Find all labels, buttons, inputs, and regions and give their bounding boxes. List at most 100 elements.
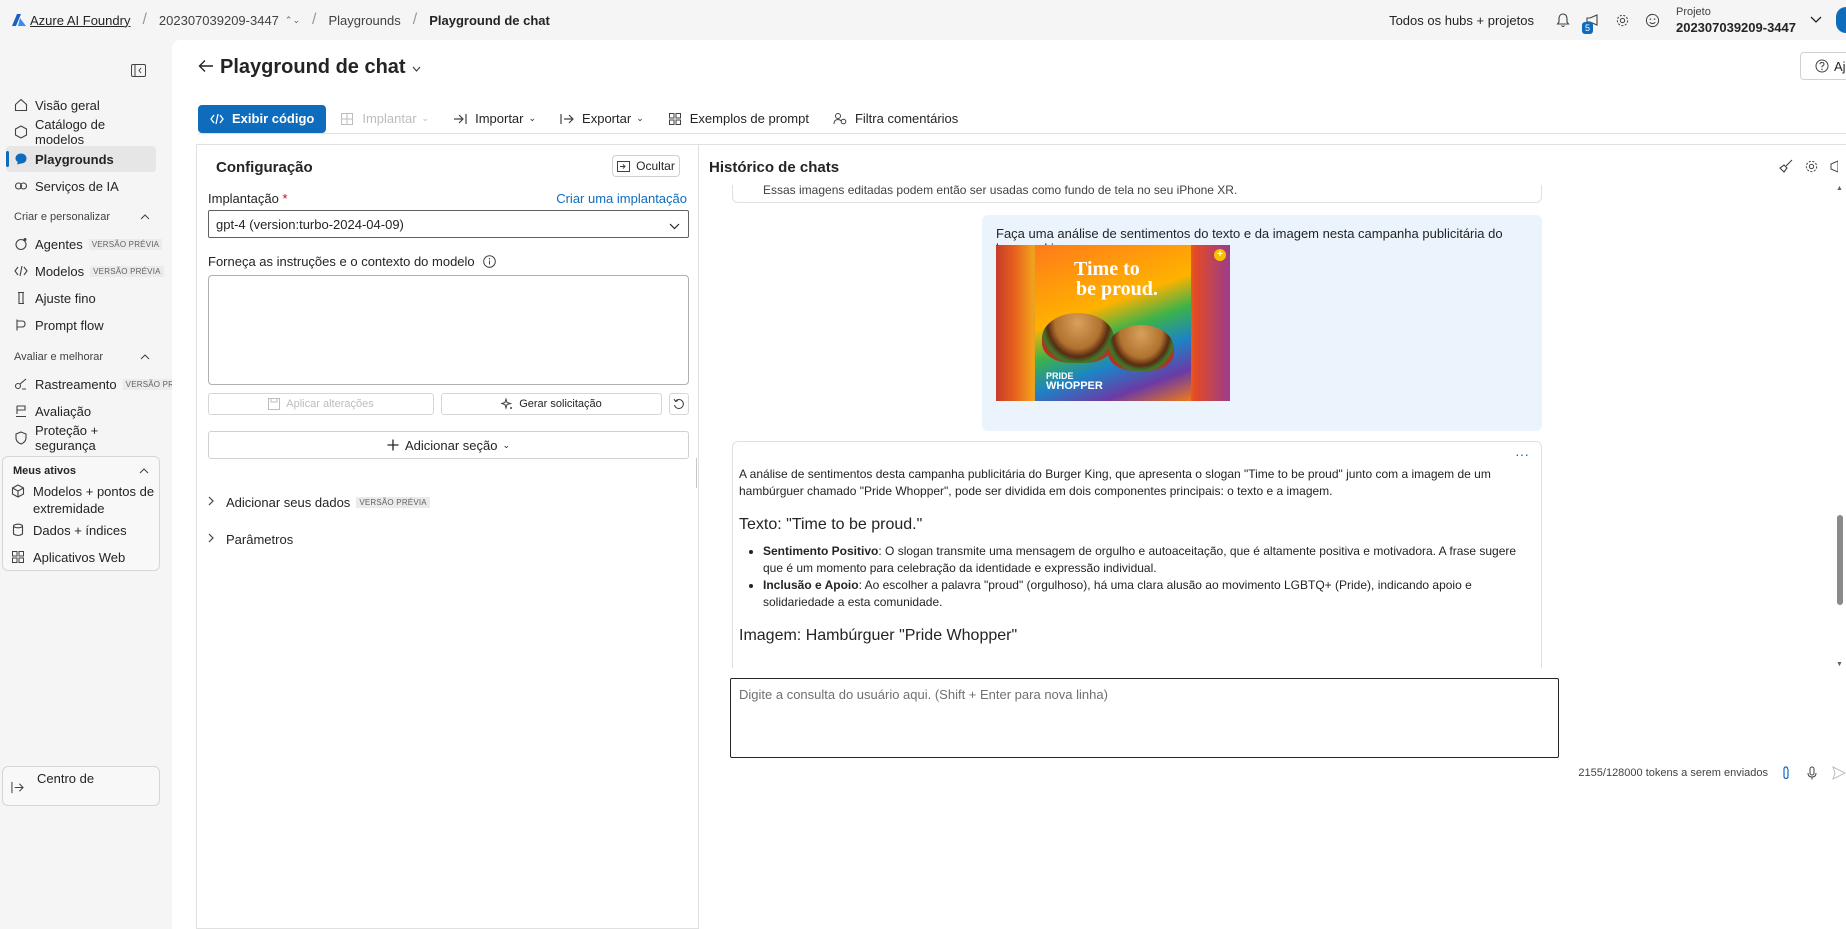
sidebar-item-evaluation[interactable]: Avaliação	[6, 398, 156, 424]
add-section-label: Adicionar seção	[404, 437, 498, 453]
feedback-filter-button[interactable]: Filtra comentários	[833, 105, 958, 133]
sidebar-item-models-endpoints[interactable]: Modelos + pontos de extremidade	[11, 483, 159, 517]
token-count: 2155/128000 tokens a serem enviados	[1578, 767, 1768, 779]
system-message-textarea[interactable]	[208, 275, 689, 385]
sidebar-item-model-catalog[interactable]: Catálogo de modelos	[6, 117, 156, 147]
code-icon	[210, 112, 224, 126]
sidebar-item-tracing[interactable]: Rastreamento VERSÃO PRÉ	[6, 371, 183, 397]
burger-image	[1042, 313, 1114, 363]
section-assets[interactable]: Meus ativos	[13, 465, 149, 477]
my-assets-section: Meus ativos Modelos + pontos de extremid…	[2, 456, 160, 571]
sparkle-icon	[501, 398, 513, 410]
feedback-filter-label: Filtra comentários	[854, 111, 959, 126]
gear-icon[interactable]	[1614, 11, 1632, 29]
microphone-icon[interactable]	[1806, 766, 1820, 780]
megaphone-icon[interactable]	[1830, 159, 1846, 175]
reset-button[interactable]	[669, 393, 689, 415]
assistant-list: Sentimento Positivo: O slogan transmite …	[739, 543, 1539, 611]
list-item-text: : Ao escolher a palavra "proud" (orgulho…	[763, 578, 1472, 609]
sidebar-item-management-center[interactable]: Centro de	[2, 766, 160, 806]
avatar[interactable]	[1836, 7, 1846, 33]
deploy-button[interactable]: Implantar ⌄	[340, 105, 429, 133]
parameters-expander[interactable]: Parâmetros	[208, 532, 293, 547]
sidebar-item-web-apps[interactable]: Aplicativos Web	[11, 549, 159, 566]
sidebar-item-agents[interactable]: Agentes VERSÃO PRÉVIA	[6, 231, 163, 257]
add-data-expander[interactable]: Adicionar seus dados VERSÃO PRÉVIA	[208, 495, 430, 510]
section-create[interactable]: Criar e personalizar	[14, 211, 150, 223]
project-selector[interactable]: Projeto 202307039209-3447	[1676, 5, 1796, 35]
sidebar-item-models[interactable]: Modelos VERSÃO PRÉVIA	[6, 258, 164, 284]
apply-changes-button[interactable]: Aplicar alterações	[208, 393, 434, 415]
help-button[interactable]: Aju	[1800, 52, 1846, 80]
send-icon[interactable]	[1832, 766, 1846, 780]
import-button[interactable]: Importar ⌄	[453, 105, 536, 133]
scroll-up-icon[interactable]: ▲	[1836, 185, 1843, 192]
megaphone-icon[interactable]: 5	[1581, 11, 1602, 34]
all-hubs-link[interactable]: Todos os hubs + projetos	[1389, 13, 1534, 28]
grid-icon	[668, 112, 682, 126]
add-section-button[interactable]: Adicionar seção ⌄	[208, 431, 689, 459]
broom-clear-icon[interactable]	[1778, 159, 1794, 175]
breadcrumb-project[interactable]: 202307039209-3447	[159, 13, 279, 28]
export-label: Exportar	[582, 111, 632, 126]
more-options-icon[interactable]: ···	[1515, 446, 1529, 462]
chat-scrollbar[interactable]: ▲ ▼	[1836, 185, 1844, 668]
deployment-label: Implantação *	[208, 191, 288, 206]
sidebar-item-playgrounds[interactable]: Playgrounds	[6, 146, 156, 172]
sidebar-item-prompt-flow[interactable]: Prompt flow	[6, 312, 156, 338]
sidebar-item-label: Avaliação	[35, 403, 92, 419]
sidebar-item-safety[interactable]: Proteção + segurança	[6, 423, 156, 453]
code-icon	[14, 264, 28, 278]
section-eval[interactable]: Avaliar e melhorar	[14, 351, 150, 363]
tracing-icon	[14, 377, 28, 391]
sidebar-item-label: Catálogo de modelos	[35, 117, 106, 147]
back-arrow-icon[interactable]	[198, 59, 214, 76]
bell-icon[interactable]	[1554, 11, 1572, 29]
chevron-down-icon[interactable]	[1810, 16, 1824, 24]
deployment-select-value: gpt-4 (version:turbo-2024-04-09)	[216, 216, 404, 232]
export-button[interactable]: Exportar ⌄	[560, 105, 644, 133]
scrollbar-thumb[interactable]	[1837, 515, 1843, 605]
chevron-down-icon	[669, 218, 680, 233]
deployment-select[interactable]: gpt-4 (version:turbo-2024-04-09)	[208, 210, 689, 238]
user-query-input[interactable]: Digite a consulta do usuário aqui. (Shif…	[730, 678, 1559, 758]
parameters-label: Parâmetros	[226, 532, 294, 547]
attach-icon[interactable]	[1780, 766, 1794, 780]
scroll-down-icon[interactable]: ▼	[1836, 661, 1843, 668]
smiley-feedback-icon[interactable]	[1644, 11, 1662, 29]
exit-icon	[11, 781, 25, 794]
hide-button[interactable]: Ocultar	[612, 155, 680, 177]
chat-icon	[14, 152, 28, 166]
brand-link[interactable]: Azure AI Foundry	[30, 13, 130, 28]
main-area: Playground de chat Aju Exibir código Imp…	[172, 40, 1846, 929]
generate-prompt-label: Gerar solicitação	[519, 398, 602, 410]
sidebar-item-label: Agentes	[35, 236, 83, 252]
image-text: Time to	[1074, 258, 1140, 280]
sidebar-item-ai-services[interactable]: Serviços de IA	[6, 173, 156, 199]
generate-prompt-button[interactable]: Gerar solicitação	[441, 393, 662, 415]
ai-services-icon	[14, 179, 28, 193]
sidebar-item-label: Playgrounds	[35, 151, 114, 167]
add-icon[interactable]: +	[1214, 249, 1226, 261]
gear-icon[interactable]	[1804, 159, 1820, 175]
sidebar-item-overview[interactable]: Visão geral	[6, 92, 156, 118]
burger-king-ad-image[interactable]: Time to be proud. PRIDE WHOPPER +	[996, 245, 1230, 401]
info-icon[interactable]	[482, 255, 496, 268]
chevron-down-icon[interactable]	[412, 60, 421, 75]
breadcrumb-current: Playground de chat	[429, 12, 550, 28]
brand[interactable]: Azure AI Foundry	[12, 13, 130, 28]
create-deployment-link[interactable]: Criar uma implantação	[556, 191, 687, 206]
sidebar-item-label: Serviços de IA	[35, 178, 119, 194]
view-code-button[interactable]: Exibir código	[198, 104, 327, 133]
section-assets-label: Meus ativos	[13, 465, 76, 477]
prompt-samples-button[interactable]: Exemplos de prompt	[668, 105, 809, 133]
apply-changes-label: Aplicar alterações	[286, 398, 374, 410]
chevron-up-icon	[139, 465, 149, 477]
collapse-sidebar-icon[interactable]	[131, 64, 147, 78]
deployment-label-text: Implantação	[208, 191, 279, 206]
breadcrumb-playgrounds[interactable]: Playgrounds	[328, 13, 400, 28]
chevron-updown-icon[interactable]: ⌃⌄	[285, 15, 300, 26]
sidebar-item-fine-tuning[interactable]: Ajuste fino	[6, 285, 156, 311]
top-bar: Azure AI Foundry / 202307039209-3447 ⌃⌄ …	[0, 0, 1846, 40]
sidebar-item-data-indexes[interactable]: Dados + índices	[11, 522, 159, 539]
